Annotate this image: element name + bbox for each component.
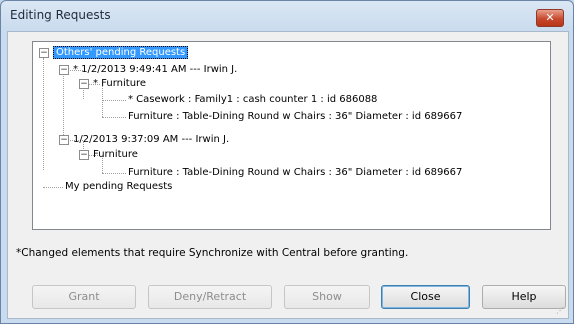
tree-node-request-1-item-2[interactable]: Furniture : Table-Dining Round w Chairs … bbox=[128, 110, 462, 124]
tree-connector bbox=[102, 100, 126, 101]
tree-node-label: Furniture bbox=[93, 149, 138, 160]
tree-node-request-1-category[interactable]: * Furniture bbox=[93, 77, 146, 91]
tree-node-label: Furniture : Table-Dining Round w Chairs … bbox=[128, 167, 463, 178]
grant-button[interactable]: Grant bbox=[32, 285, 136, 309]
close-button[interactable]: Close bbox=[381, 285, 470, 309]
help-button[interactable]: Help bbox=[482, 285, 566, 309]
editing-requests-dialog: Editing Requests ✕ − − − − − Others' pen… bbox=[0, 0, 574, 324]
tree-node-others-pending[interactable]: Others' pending Requests bbox=[53, 46, 189, 60]
tree-connector bbox=[102, 117, 126, 118]
close-window-button[interactable]: ✕ bbox=[536, 9, 564, 27]
tree-node-my-pending[interactable]: My pending Requests bbox=[65, 180, 172, 194]
tree-node-label: * 1/2/2013 9:49:41 AM --- Irwin J. bbox=[73, 64, 238, 75]
title-bar[interactable]: Editing Requests ✕ bbox=[1, 1, 573, 31]
collapse-toggle-icon[interactable]: − bbox=[79, 79, 89, 89]
requests-tree[interactable]: − − − − − Others' pending Requests * 1/2… bbox=[32, 41, 551, 230]
tree-node-request-1[interactable]: * 1/2/2013 9:49:41 AM --- Irwin J. bbox=[73, 63, 237, 77]
sync-note: *Changed elements that require Synchroni… bbox=[16, 247, 409, 259]
close-icon: ✕ bbox=[545, 11, 555, 24]
tree-connector bbox=[63, 72, 64, 141]
tree-node-request-1-item-1[interactable]: * Casework : Family1 : cash counter 1 : … bbox=[128, 93, 377, 107]
tree-node-request-2-item-1[interactable]: Furniture : Table-Dining Round w Chairs … bbox=[128, 166, 462, 180]
tree-node-request-2[interactable]: 1/2/2013 9:37:09 AM --- Irwin J. bbox=[73, 133, 229, 147]
tree-node-label: * Furniture bbox=[93, 78, 147, 89]
tree-node-label: * Casework : Family1 : cash counter 1 : … bbox=[128, 94, 378, 105]
tree-node-label: Others' pending Requests bbox=[53, 46, 189, 59]
tree-connector bbox=[43, 58, 44, 170]
show-button[interactable]: Show bbox=[284, 285, 370, 309]
deny-retract-button[interactable]: Deny/Retract bbox=[148, 285, 272, 309]
tree-connector bbox=[43, 187, 63, 188]
collapse-toggle-icon[interactable]: − bbox=[59, 65, 69, 75]
tree-node-label: 1/2/2013 9:37:09 AM --- Irwin J. bbox=[73, 134, 230, 145]
collapse-toggle-icon[interactable]: − bbox=[79, 150, 89, 160]
tree-node-request-2-category[interactable]: Furniture bbox=[93, 148, 138, 162]
tree-connector bbox=[102, 173, 126, 174]
tree-node-label: My pending Requests bbox=[65, 181, 173, 192]
collapse-toggle-icon[interactable]: − bbox=[39, 48, 49, 58]
resize-grip-icon[interactable]: ⋰ bbox=[556, 306, 566, 316]
dialog-title: Editing Requests bbox=[10, 8, 111, 22]
tree-node-label: Furniture : Table-Dining Round w Chairs … bbox=[128, 111, 463, 122]
dialog-client-area: − − − − − Others' pending Requests * 1/2… bbox=[7, 31, 569, 319]
collapse-toggle-icon[interactable]: − bbox=[59, 135, 69, 145]
